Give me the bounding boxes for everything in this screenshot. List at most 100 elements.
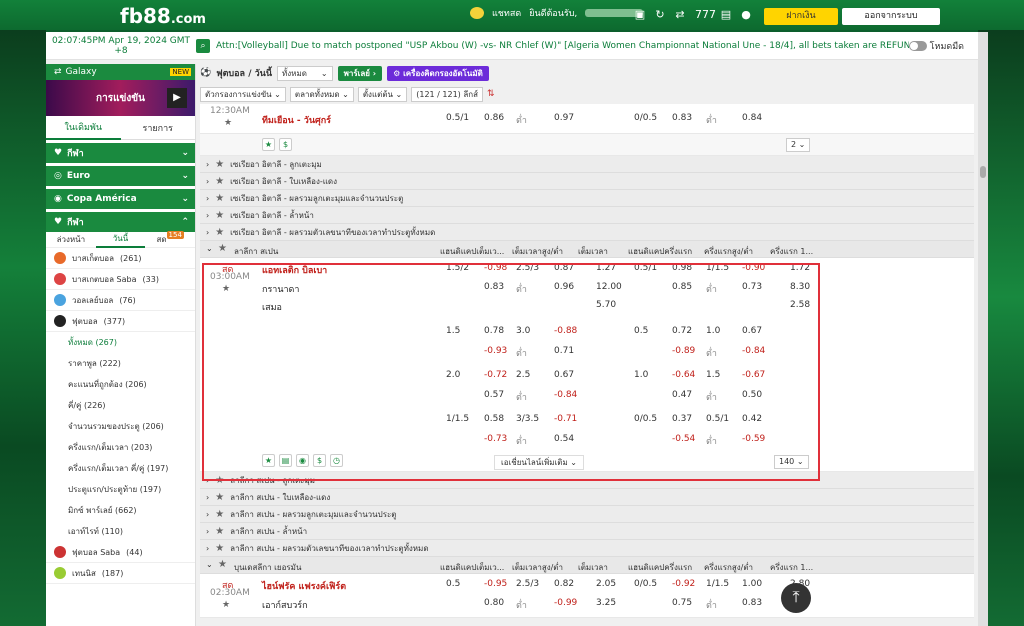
stats-icon[interactable]: ▤: [279, 454, 292, 467]
odds-value[interactable]: 3.25: [596, 598, 616, 608]
odds-value[interactable]: 5.70: [596, 300, 616, 310]
deposit-button[interactable]: ฝากเงิน: [764, 8, 838, 25]
notes-icon[interactable]: ▤: [720, 9, 732, 21]
odds-line[interactable]: 1.5/2: [446, 263, 469, 273]
league-count[interactable]: (121 / 121) ลีกส์: [411, 86, 483, 102]
transfer-icon[interactable]: ⇄: [674, 9, 686, 21]
star-icon[interactable]: ★: [215, 543, 224, 554]
odds-value[interactable]: -0.95: [484, 579, 507, 589]
home-team[interactable]: ไฮน์ฟรัค แฟรงค์เฟิร์ต: [262, 579, 346, 593]
odds-value[interactable]: 0.75: [672, 598, 692, 608]
league-row[interactable]: › ★ ลาลีกา สเปน - ล้ำหน้า: [200, 523, 974, 540]
star-icon[interactable]: ★: [218, 243, 227, 254]
news-ticker[interactable]: Attn:[Volleyball] Due to match postponed…: [216, 41, 909, 51]
market-filter[interactable]: ตลาดทั้งหมด ⌄: [289, 86, 354, 102]
league-row[interactable]: › ★ เซเรียอา อิตาลี - ล้ำหน้า: [200, 207, 974, 224]
odds-value[interactable]: -0.72: [484, 370, 507, 380]
star-icon[interactable]: ★: [215, 227, 224, 238]
odds-line[interactable]: 2.5/3: [516, 263, 539, 273]
logout-button[interactable]: ออกจากระบบ: [842, 8, 940, 25]
draw-label[interactable]: เสมอ: [262, 300, 282, 314]
odds-line[interactable]: 2.5/3: [516, 579, 539, 589]
tab-live[interactable]: สด 154: [145, 231, 195, 246]
odds-value[interactable]: 0.73: [742, 282, 762, 292]
star-icon[interactable]: ★: [222, 284, 230, 294]
odds-value[interactable]: 1.27: [596, 263, 616, 273]
odds-value[interactable]: 0.83: [484, 282, 504, 292]
odds-value[interactable]: 0.80: [484, 598, 504, 608]
odds-line[interactable]: 0.5: [446, 579, 460, 589]
odds-value[interactable]: -0.54: [672, 434, 695, 444]
odds-line[interactable]: 3/3.5: [516, 414, 539, 424]
star-icon[interactable]: ★: [215, 159, 224, 170]
league-header-laliga[interactable]: ⌄ ★ ลาลีกา สเปน แฮนดิแคปเต็มเว... เต็มเว…: [200, 241, 974, 258]
odds-value[interactable]: -0.73: [484, 434, 507, 444]
league-select[interactable]: ทั้งหมด ⌄: [276, 65, 333, 81]
odds-value[interactable]: 0.85: [672, 282, 692, 292]
odds-value[interactable]: 0.47: [672, 390, 692, 400]
odds-value[interactable]: -0.59: [742, 434, 765, 444]
football-odd-even[interactable]: คี่/คู่ (226): [46, 395, 195, 416]
football-ht-ft[interactable]: ครึ่งแรก/เต็มเวลา (203): [46, 437, 195, 458]
odds-value[interactable]: 8.30: [790, 282, 810, 292]
star-icon[interactable]: ★: [215, 176, 224, 187]
odds-value[interactable]: 0.37: [672, 414, 692, 424]
user-icon[interactable]: ●: [740, 9, 752, 21]
odds-value[interactable]: 0.54: [554, 434, 574, 444]
league-row[interactable]: › ★ ลาลีกา สเปน - ผลรวมตัวเลขนาทีของเวลาทำ…: [200, 540, 974, 557]
scrollbar[interactable]: [978, 32, 988, 626]
more-lines-select[interactable]: 2 ⌄: [786, 138, 811, 152]
star-icon[interactable]: ★: [215, 509, 224, 520]
odds-value[interactable]: -0.93: [484, 346, 507, 356]
clock-icon[interactable]: ◷: [330, 454, 343, 467]
football-pool[interactable]: ราคาพูล (222): [46, 353, 195, 374]
star-icon[interactable]: ★: [262, 454, 275, 467]
sport-football-saba[interactable]: ฟุตบอล Saba (44): [46, 542, 195, 563]
dollar-icon[interactable]: $: [279, 138, 292, 151]
league-row[interactable]: › ★ เซเรียอา อิตาลี - ใบเหลือง-แดง: [200, 173, 974, 190]
odds-line[interactable]: 0.5/1: [706, 414, 729, 424]
odds-value[interactable]: -0.88: [554, 326, 577, 336]
sport-football[interactable]: ฟุตบอล (377): [46, 311, 195, 332]
sort-icon[interactable]: ⇅: [487, 89, 495, 99]
tab-early[interactable]: ล่วงหน้า: [46, 233, 96, 246]
more-lines-select[interactable]: 140 ⌄: [774, 455, 809, 469]
coin-icon[interactable]: ◉: [296, 454, 309, 467]
logo[interactable]: fb88.com: [120, 4, 206, 28]
league-row[interactable]: › ★ เซเรียอา อิตาลี - ผลรวมตัวเลขนาทีของเว…: [200, 224, 974, 241]
home-team[interactable]: แอทเลติก บิลเบา: [262, 263, 327, 277]
search-icon[interactable]: ⌕: [196, 38, 210, 53]
star-icon[interactable]: ★: [262, 138, 275, 151]
star-icon[interactable]: ★: [215, 210, 224, 221]
odds-value[interactable]: 0.98: [672, 263, 692, 273]
odds-value[interactable]: -0.90: [742, 263, 765, 273]
star-icon[interactable]: ★: [215, 492, 224, 503]
cat-euro[interactable]: ◎ Euro ⌄: [46, 166, 195, 186]
odds-line[interactable]: 0/0.5: [634, 414, 657, 424]
odds-value[interactable]: 0.84: [742, 113, 762, 123]
odds-value[interactable]: -0.99: [554, 598, 577, 608]
slot-icon[interactable]: 777: [695, 9, 716, 21]
more-asian-lines[interactable]: เอเชี่ยนไลน์เพิ่มเติม ⌄: [494, 455, 584, 470]
dollar-icon[interactable]: $: [313, 454, 326, 467]
odds-line[interactable]: 2.5: [516, 370, 530, 380]
football-correct-score[interactable]: คะแนนที่ถูกต้อง (206): [46, 374, 195, 395]
odds-value[interactable]: 0.83: [742, 598, 762, 608]
odds-value[interactable]: 0.71: [554, 346, 574, 356]
odds-line[interactable]: 1/1.5: [706, 579, 729, 589]
odds-line[interactable]: 1/1.5: [446, 414, 469, 424]
odds-value[interactable]: -0.92: [672, 579, 695, 589]
odds-value[interactable]: -0.84: [742, 346, 765, 356]
odds-value[interactable]: 0.96: [554, 282, 574, 292]
odds-value[interactable]: 0.87: [554, 263, 574, 273]
odds-value[interactable]: 0.50: [742, 390, 762, 400]
darkmode-toggle[interactable]: โหมดมืด: [908, 39, 964, 53]
odds-value[interactable]: 1.00: [742, 579, 762, 589]
odds-value[interactable]: 12.00: [596, 282, 622, 292]
football-all[interactable]: ทั้งหมด (267): [46, 332, 195, 353]
chat-icon[interactable]: [470, 7, 484, 19]
sport-volleyball[interactable]: วอลเลย์บอล (76): [46, 290, 195, 311]
odds-value[interactable]: -0.71: [554, 414, 577, 424]
away-team[interactable]: กรานาดา: [262, 282, 299, 296]
odds-value[interactable]: 0.67: [742, 326, 762, 336]
